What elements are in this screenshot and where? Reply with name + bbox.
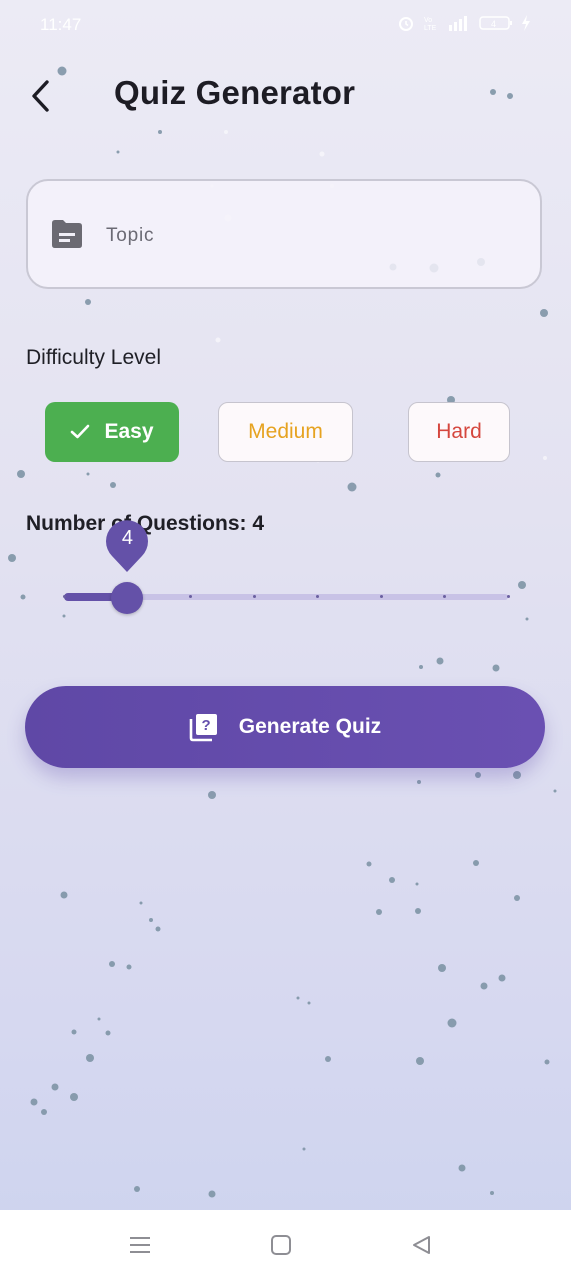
- difficulty-label: Difficulty Level: [26, 346, 162, 369]
- slider-value-label: 4: [121, 527, 133, 549]
- signal-volte-icon: Vo LTE: [424, 17, 437, 32]
- difficulty-hard-chip[interactable]: Hard: [408, 402, 510, 462]
- difficulty-easy-label: Easy: [104, 420, 154, 443]
- status-time: 11:47: [40, 15, 82, 34]
- page-title: Quiz Generator: [114, 74, 356, 111]
- menu-nav-button[interactable]: [127, 1232, 153, 1258]
- difficulty-hard-label: Hard: [436, 420, 482, 443]
- back-button[interactable]: [20, 74, 60, 118]
- difficulty-easy-chip[interactable]: Easy: [45, 402, 179, 462]
- slider-tick: [379, 595, 383, 598]
- check-icon: [71, 424, 90, 439]
- navigation-bar: [0, 1210, 571, 1280]
- svg-text:Vo: Vo: [424, 17, 432, 24]
- chevron-left-icon: [32, 80, 49, 112]
- difficulty-medium-chip[interactable]: Medium: [218, 402, 353, 462]
- topic-input[interactable]: [104, 219, 508, 253]
- status-bar: 11:47 Vo LTE 4: [0, 0, 571, 50]
- generate-quiz-label: Generate Quiz: [238, 715, 382, 738]
- home-icon: [271, 1235, 291, 1255]
- svg-text:?: ?: [201, 717, 210, 734]
- back-icon: [413, 1236, 430, 1254]
- topic-field[interactable]: [26, 179, 542, 289]
- slider-thumb[interactable]: [111, 582, 144, 614]
- difficulty-medium-label: Medium: [248, 420, 323, 443]
- svg-text:LTE: LTE: [424, 25, 437, 32]
- cell-signal-icon: [449, 16, 467, 31]
- slider-tick: [252, 595, 256, 598]
- svg-text:4: 4: [491, 19, 496, 29]
- slider-tick: [62, 595, 66, 598]
- slider-value-bubble: 4: [105, 518, 149, 574]
- back-nav-button[interactable]: [408, 1232, 434, 1258]
- alarm-icon: [399, 17, 413, 31]
- questions-slider[interactable]: [60, 580, 510, 614]
- generate-quiz-button[interactable]: ? Generate Quiz: [25, 686, 545, 768]
- menu-icon: [130, 1237, 150, 1253]
- charging-icon: [522, 15, 530, 31]
- folder-icon: [52, 220, 82, 248]
- status-icons: Vo LTE 4: [397, 14, 531, 32]
- slider-tick: [506, 595, 510, 598]
- quiz-icon: ?: [189, 714, 217, 742]
- home-nav-button[interactable]: [268, 1232, 294, 1258]
- battery-icon: 4: [479, 16, 512, 30]
